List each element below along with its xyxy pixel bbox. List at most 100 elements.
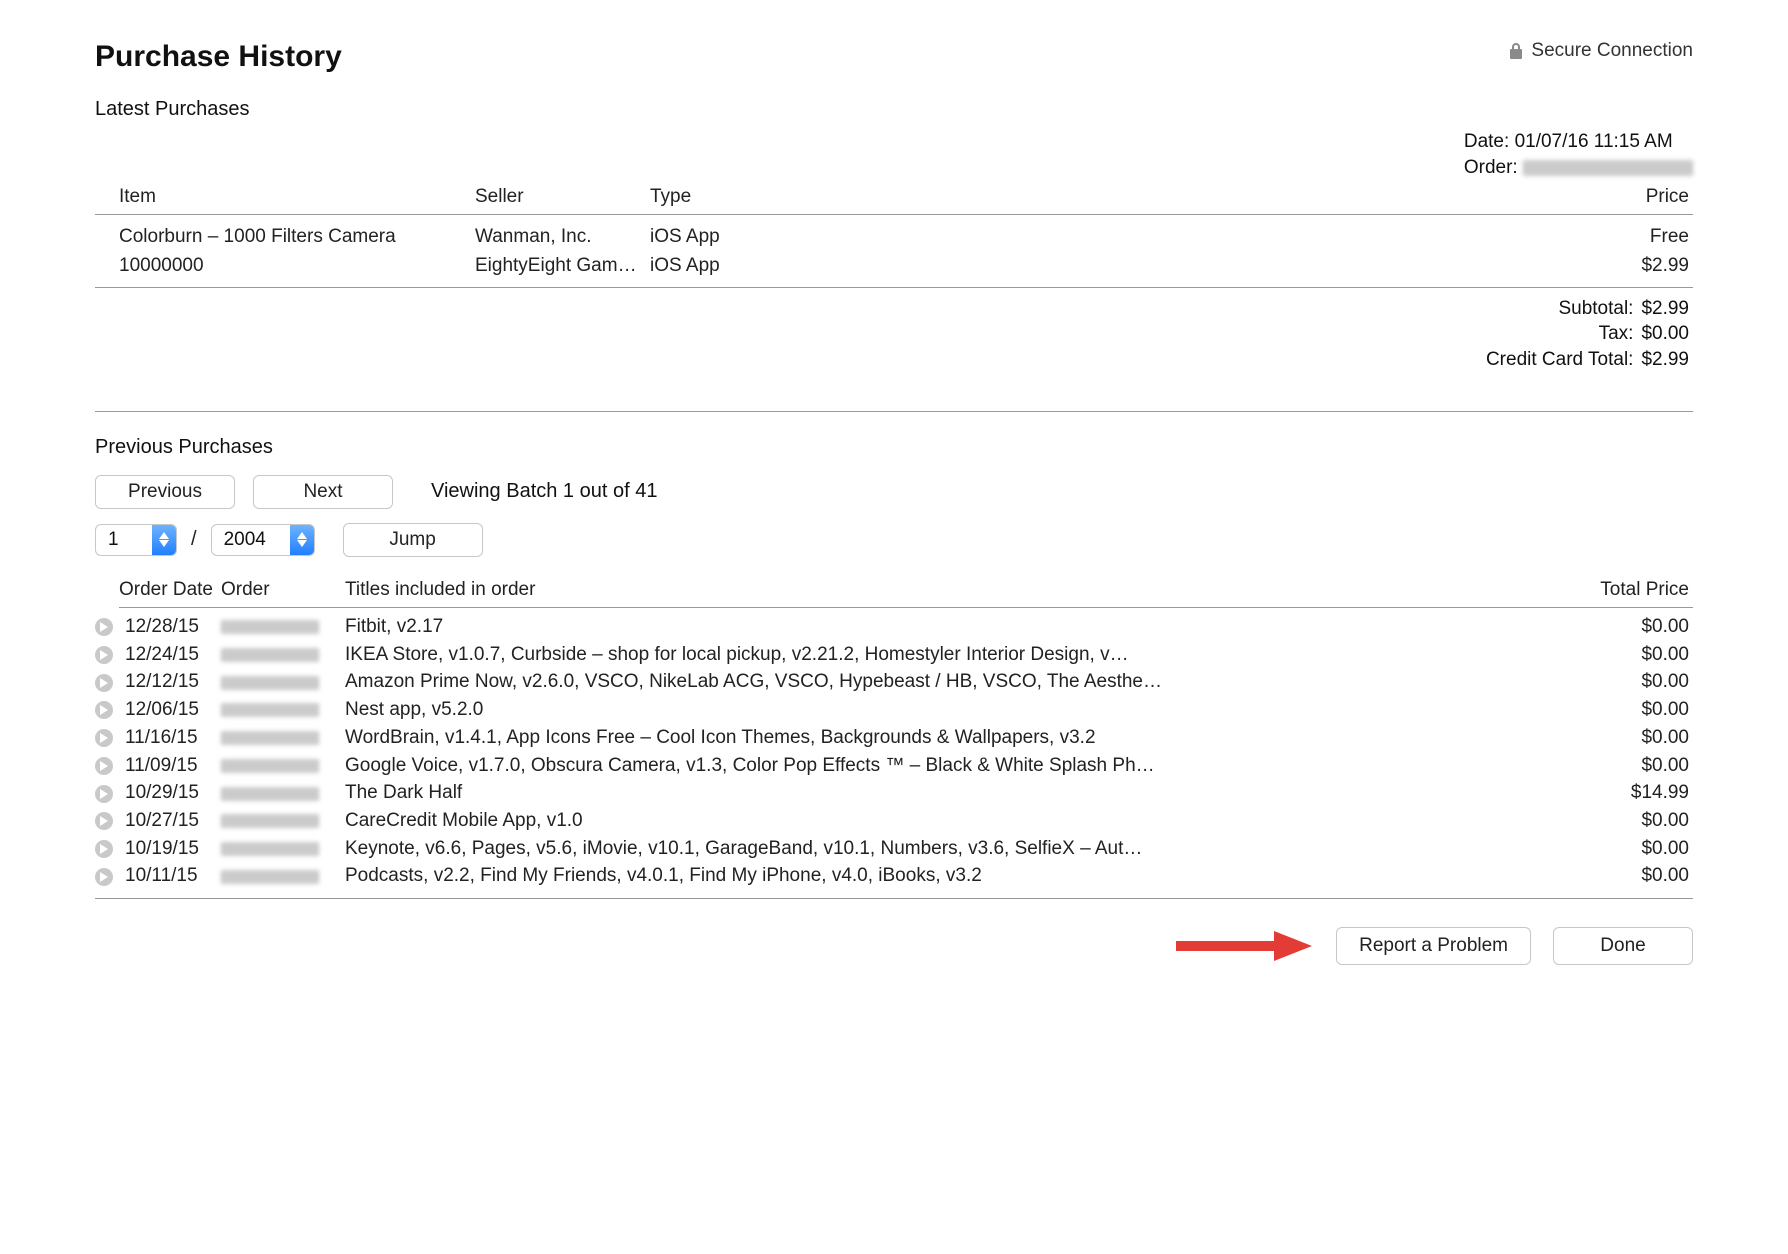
column-seller: Seller xyxy=(475,186,650,208)
order-row: 12/12/15 Amazon Prime Now, v2.6.0, VSCO, … xyxy=(95,669,1693,697)
expand-arrow-icon[interactable] xyxy=(95,785,113,803)
jump-button[interactable]: Jump xyxy=(343,523,483,557)
order-label: Order: xyxy=(1464,155,1518,181)
date-separator: / xyxy=(187,528,201,551)
order-titles: Podcasts, v2.2, Find My Friends, v4.0.1,… xyxy=(345,864,1583,889)
order-number-redacted xyxy=(221,676,319,690)
order-row: 10/29/15The Dark Half$14.99 xyxy=(95,780,1693,808)
seller-name: Wanman, Inc. xyxy=(475,225,650,250)
order-row: 12/06/15 Nest app, v5.2.0$0.00 xyxy=(95,697,1693,725)
year-select[interactable]: 2004 xyxy=(211,524,315,556)
column-titles: Titles included in order xyxy=(345,579,1583,601)
order-meta: Date: 01/07/16 11:15 AM Order: xyxy=(1464,129,1693,180)
expand-arrow-icon[interactable] xyxy=(95,701,113,719)
order-date: 10/11/15 xyxy=(125,864,221,889)
order-total: $0.00 xyxy=(1583,615,1693,640)
subtotal-label: Subtotal: xyxy=(1558,296,1633,322)
previous-purchases-heading: Previous Purchases xyxy=(95,436,1693,459)
year-value: 2004 xyxy=(212,529,290,551)
order-total: $0.00 xyxy=(1583,726,1693,751)
order-titles: Amazon Prime Now, v2.6.0, VSCO, NikeLab … xyxy=(345,670,1583,695)
order-row: 11/09/15 Google Voice, v1.7.0, Obscura Ca… xyxy=(95,752,1693,780)
page-title: Purchase History xyxy=(95,40,342,74)
order-row: 10/27/15 CareCredit Mobile App, v1.0$0.00 xyxy=(95,807,1693,835)
order-row: 12/24/15 IKEA Store, v1.0.7, Curbside – s… xyxy=(95,641,1693,669)
stepper-icon[interactable] xyxy=(290,524,314,556)
item-name: 10000000 xyxy=(95,254,475,279)
expand-arrow-icon[interactable] xyxy=(95,729,113,747)
stepper-icon[interactable] xyxy=(152,524,176,556)
column-item: Item xyxy=(95,186,475,208)
item-price: Free xyxy=(1090,225,1693,250)
order-total: $14.99 xyxy=(1583,781,1693,806)
order-number-redacted xyxy=(221,787,319,801)
order-date: 12/24/15 xyxy=(125,643,221,668)
column-type: Type xyxy=(650,186,1090,208)
order-number-redacted xyxy=(221,620,319,634)
item-type: iOS App xyxy=(650,254,1090,279)
expand-arrow-icon[interactable] xyxy=(95,757,113,775)
order-titles: IKEA Store, v1.0.7, Curbside – shop for … xyxy=(345,643,1583,668)
order-number-redacted xyxy=(221,814,319,828)
order-number-redacted xyxy=(221,731,319,745)
next-button[interactable]: Next xyxy=(253,475,393,509)
subtotal-value: $2.99 xyxy=(1641,296,1689,322)
order-number-redacted xyxy=(221,648,319,662)
order-titles: Fitbit, v2.17 xyxy=(345,615,1583,640)
order-titles: Nest app, v5.2.0 xyxy=(345,698,1583,723)
expand-arrow-icon[interactable] xyxy=(95,840,113,858)
order-row: 10/11/15 Podcasts, v2.2, Find My Friends,… xyxy=(95,863,1693,891)
order-titles: Keynote, v6.6, Pages, v5.6, iMovie, v10.… xyxy=(345,837,1583,862)
order-total: $0.00 xyxy=(1583,809,1693,834)
column-total-price: Total Price xyxy=(1583,579,1693,601)
viewing-batch-label: Viewing Batch 1 out of 41 xyxy=(431,480,657,503)
expand-arrow-icon[interactable] xyxy=(95,618,113,636)
order-titles: CareCredit Mobile App, v1.0 xyxy=(345,809,1583,834)
section-divider xyxy=(95,411,1693,412)
order-date: 11/09/15 xyxy=(125,754,221,779)
order-titles: Google Voice, v1.7.0, Obscura Camera, v1… xyxy=(345,754,1583,779)
order-total: $0.00 xyxy=(1583,837,1693,862)
order-number-redacted xyxy=(221,703,319,717)
orders-table-header: Order Date Order Titles included in orde… xyxy=(119,575,1693,608)
tax-value: $0.00 xyxy=(1641,321,1689,347)
date-value: 01/07/16 11:15 AM xyxy=(1515,131,1673,152)
order-date: 12/06/15 xyxy=(125,698,221,723)
order-total: $0.00 xyxy=(1583,643,1693,668)
done-button[interactable]: Done xyxy=(1553,927,1693,965)
date-label: Date: xyxy=(1464,129,1509,155)
expand-arrow-icon[interactable] xyxy=(95,674,113,692)
secure-connection-label: Secure Connection xyxy=(1531,40,1693,62)
expand-arrow-icon[interactable] xyxy=(95,646,113,664)
previous-button[interactable]: Previous xyxy=(95,475,235,509)
order-date: 11/16/15 xyxy=(125,726,221,751)
order-date: 10/19/15 xyxy=(125,837,221,862)
report-a-problem-button[interactable]: Report a Problem xyxy=(1336,927,1531,965)
expand-arrow-icon[interactable] xyxy=(95,812,113,830)
order-total: $0.00 xyxy=(1583,670,1693,695)
order-date: 10/27/15 xyxy=(125,809,221,834)
order-date: 12/12/15 xyxy=(125,670,221,695)
arrow-right-annotation-icon xyxy=(1174,929,1314,963)
order-date: 10/29/15 xyxy=(125,781,221,806)
order-date: 12/28/15 xyxy=(125,615,221,640)
latest-row: 10000000 EightyEight Gam… iOS App $2.99 xyxy=(95,252,1693,281)
order-number-redacted xyxy=(221,842,319,856)
order-titles: WordBrain, v1.4.1, App Icons Free – Cool… xyxy=(345,726,1583,751)
secure-connection-indicator: Secure Connection xyxy=(1509,40,1693,62)
item-name: Colorburn – 1000 Filters Camera xyxy=(95,225,475,250)
column-order-date: Order Date xyxy=(119,579,221,601)
month-select[interactable]: 1 xyxy=(95,524,177,556)
totals: Subtotal: $2.99 Tax: $0.00 Credit Card T… xyxy=(95,288,1693,401)
expand-arrow-icon[interactable] xyxy=(95,868,113,886)
column-order: Order xyxy=(221,579,345,601)
month-value: 1 xyxy=(96,529,152,551)
latest-row: Colorburn – 1000 Filters Camera Wanman, … xyxy=(95,223,1693,252)
lock-icon xyxy=(1509,42,1523,60)
item-price: $2.99 xyxy=(1090,254,1693,279)
order-number-redacted xyxy=(1523,160,1693,176)
order-number-redacted xyxy=(221,759,319,773)
order-number-redacted xyxy=(221,870,319,884)
column-price: Price xyxy=(1090,186,1693,208)
order-total: $0.00 xyxy=(1583,698,1693,723)
